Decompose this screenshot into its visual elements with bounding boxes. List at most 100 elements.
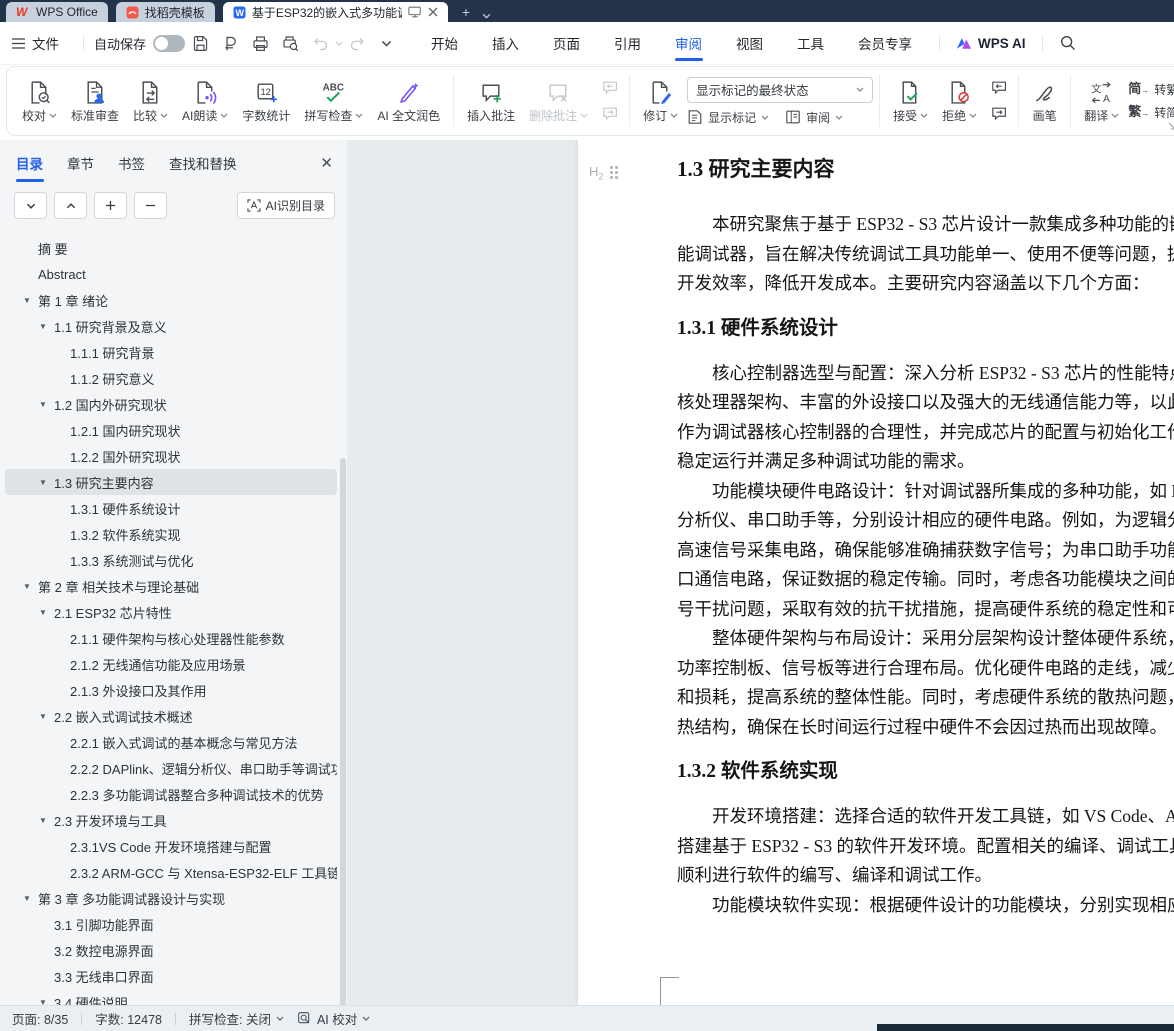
ai-read-aloud-button[interactable]: AI朗读 [175,77,235,126]
toc-collapse-arrow-icon[interactable]: ▼ [21,296,38,305]
toc-collapse-arrow-icon[interactable]: ▼ [37,712,54,721]
expand-all-button[interactable] [14,192,47,219]
toc-item[interactable]: ▼第 1 章 绪论 [5,287,337,313]
toc-item[interactable]: 2.3.2 ARM-GCC 与 Xtensa-ESP32-ELF 工具链 ... [5,859,337,885]
toc-collapse-arrow-icon[interactable]: ▼ [37,478,54,487]
toc-item[interactable]: ▼第 2 章 相关技术与理论基础 [5,573,337,599]
toc-item[interactable]: 2.1.1 硬件架构与核心处理器性能参数 [5,625,337,651]
track-changes-button[interactable]: 修订 [636,77,685,126]
toc-item[interactable]: 1.1.1 研究背景 [5,339,337,365]
toc-item[interactable]: 1.3.3 系统测试与优化 [5,547,337,573]
document-text-line[interactable]: 核心控制器选型与配置：深入分析 ESP32 - S3 芯片的性能特点， [677,359,1174,389]
markup-state-select[interactable]: 显示标记的最终状态 [687,77,873,103]
next-change-button[interactable] [988,104,1012,124]
document-text-line[interactable]: 整体硬件架构与布局设计：采用分层架构设计整体硬件系统，将核 [677,624,1174,654]
zoom-in-button[interactable] [94,192,127,219]
compare-button[interactable]: 比较 [126,77,175,126]
document-text-line[interactable]: 和损耗，提高系统的整体性能。同时，考虑硬件系统的散热问题，设计 [677,683,1174,713]
translate-button[interactable]: 文A 翻译 [1077,77,1126,126]
toc-item[interactable]: 3.3 无线串口界面 [5,963,337,989]
proofread-button[interactable]: 校对 [15,77,64,126]
toc-collapse-arrow-icon[interactable]: ▼ [37,816,54,825]
document-text-line[interactable]: 稳定运行并满足多种调试功能的需求。 [677,447,1174,477]
toc-item[interactable]: 1.1.2 研究意义 [5,365,337,391]
search-button[interactable] [1056,31,1080,55]
menu-tab[interactable]: 插入 [490,28,521,58]
toc-item[interactable]: 1.3.2 软件系统实现 [5,521,337,547]
document-text-line[interactable]: 开发效率，降低开发成本。主要研究内容涵盖以下几个方面： [677,269,1174,299]
toc-item[interactable]: ▼1.3 研究主要内容 [5,469,337,495]
toc-item[interactable]: 3.1 引脚功能界面 [5,911,337,937]
sidebar-scrollbar[interactable] [340,458,346,1005]
quickbar-more-chevron-icon[interactable] [381,40,392,47]
toc-collapse-arrow-icon[interactable]: ▼ [37,322,54,331]
document-text-line[interactable]: 核处理器架构、丰富的外设接口以及强大的无线通信能力等，以此为基 [677,388,1174,418]
word-count-indicator[interactable]: 字数: 12478 [95,1009,162,1028]
traditional-to-simplified-button[interactable]: 繁→ 转简 [1128,104,1174,121]
sidebar-tab-contents[interactable]: 目录 [16,153,43,173]
toc-item[interactable]: ▼2.3 开发环境与工具 [5,807,337,833]
spellcheck-button[interactable]: ABC 拼写检查 [297,77,370,126]
ai-proofread-status[interactable]: AI 校对 [297,1009,370,1028]
menu-tab[interactable]: 审阅 [673,28,704,58]
toc-collapse-arrow-icon[interactable]: ▼ [37,608,54,617]
reject-change-button[interactable]: 拒绝 [935,77,984,126]
toc-item[interactable]: 2.1.2 无线通信功能及应用场景 [5,651,337,677]
autosave-toggle-off[interactable] [153,35,185,52]
toc-item[interactable]: ▼2.1 ESP32 芯片特性 [5,599,337,625]
toc-collapse-arrow-icon[interactable]: ▼ [37,998,54,1006]
insert-comment-button[interactable]: 插入批注 [460,77,522,126]
tab-docer-templates[interactable]: 找稻壳模板 [116,2,215,22]
save-button[interactable] [188,31,212,55]
document-text-line[interactable]: 分析仪、串口助手等，分别设计相应的硬件电路。例如，为逻辑分析仪 [677,506,1174,536]
export-pdf-button[interactable] [218,31,242,55]
document-text-line[interactable]: 功能模块硬件电路设计：针对调试器所集成的多种功能，如 DAP [677,477,1174,507]
document-text-line[interactable]: 顺利进行软件的编写、编译和调试工作。 [677,861,1174,891]
new-tab-button[interactable]: + [462,5,470,19]
ai-recognize-toc-button[interactable]: AI识别目录 [237,192,335,219]
sidebar-close-icon[interactable]: ✕ [320,156,333,171]
document-text-line[interactable]: 本研究聚焦于基于 ESP32 - S3 芯片设计一款集成多种功能的嵌 [677,210,1174,240]
document-text-line[interactable]: 功率控制板、信号板等进行合理布局。优化硬件电路的走线，减少信号 [677,654,1174,684]
toc-item[interactable]: 2.1.3 外设接口及其作用 [5,677,337,703]
toc-collapse-arrow-icon[interactable]: ▼ [21,582,38,591]
toc-item[interactable]: 3.2 数控电源界面 [5,937,337,963]
tab-list-chevron-icon[interactable] [482,13,491,19]
undo-chevron-icon[interactable] [335,41,343,46]
document-page[interactable]: H2 1.3 研究主要内容本研究聚焦于基于 ESP32 - S3 芯片设计一款集… [578,140,1174,1005]
toc-item[interactable]: ▼1.1 研究背景及意义 [5,313,337,339]
drag-handle-icon[interactable] [610,166,618,179]
document-content[interactable]: 1.3 研究主要内容本研究聚焦于基于 ESP32 - S3 芯片设计一款集成多种… [677,154,1174,920]
tab-wps-office[interactable]: W WPS Office [6,2,108,22]
word-count-button[interactable]: 12 字数统计 [235,77,297,126]
accept-change-button[interactable]: 接受 [886,77,935,126]
menu-tab[interactable]: 页面 [551,28,582,58]
toc-item[interactable]: ▼3.4 硬件说明 [5,989,337,1005]
sidebar-tab-chapters[interactable]: 章节 [67,153,94,173]
document-text-line[interactable]: 功能模块软件实现：根据硬件设计的功能模块，分别实现相应的 [677,891,1174,921]
heading-level-marker[interactable]: H2 [589,164,618,182]
review-pane-button[interactable]: 审阅 [785,109,843,126]
document-text-line[interactable]: 口通信电路，保证数据的稳定传输。同时，考虑各功能模块之间的电气 [677,565,1174,595]
sidebar-tab-bookmarks[interactable]: 书签 [118,153,145,173]
ai-polish-button[interactable]: AI 全文润色 [370,77,447,126]
page-indicator[interactable]: 页面: 8/35 [12,1009,68,1028]
document-heading[interactable]: 1.3 研究主要内容 [677,154,1174,184]
document-text-line[interactable]: 高速信号采集电路，确保能够准确捕获数字信号；为串口助手功能设计 [677,536,1174,566]
toc-item[interactable]: 2.3.1VS Code 开发环境搭建与配置 [5,833,337,859]
document-text-line[interactable]: 搭建基于 ESP32 - S3 的软件开发环境。配置相关的编译、调试工具， [677,832,1174,862]
previous-comment-button[interactable] [599,78,623,98]
toc-item[interactable]: ▼1.2 国内外研究现状 [5,391,337,417]
menu-tab[interactable]: 引用 [612,28,643,58]
collapse-all-button[interactable] [54,192,87,219]
document-text-line[interactable]: 热结构，确保在长时间运行过程中硬件不会因过热而出现故障。 [677,713,1174,743]
standard-review-button[interactable]: 标准审查 [64,77,126,126]
toc-item[interactable]: Abstract [5,261,337,287]
toc-item[interactable]: 1.2.2 国外研究现状 [5,443,337,469]
toc-item[interactable]: 1.3.1 硬件系统设计 [5,495,337,521]
close-tab-icon[interactable] [428,7,438,17]
menu-tab[interactable]: 视图 [734,28,765,58]
toc-item[interactable]: 摘 要 [5,235,337,261]
print-preview-button[interactable] [278,31,302,55]
next-comment-button[interactable] [599,104,623,124]
